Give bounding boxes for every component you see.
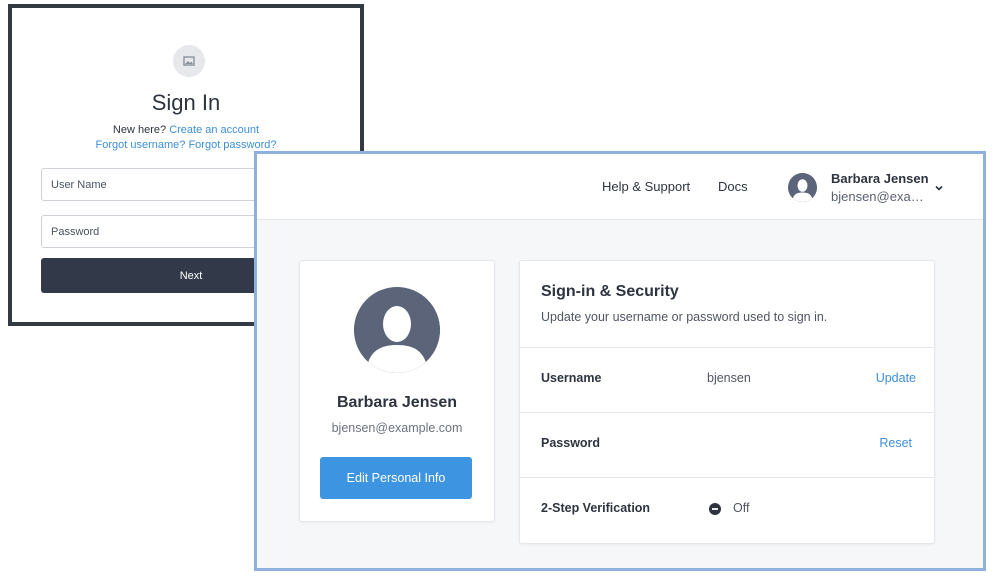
update-username-link[interactable]: Update bbox=[876, 371, 916, 385]
edit-personal-info-button[interactable]: Edit Personal Info bbox=[320, 457, 472, 499]
profile-card: Barbara Jensen bjensen@example.com Edit … bbox=[299, 260, 495, 522]
minus-circle-icon bbox=[709, 503, 721, 515]
chevron-down-icon[interactable] bbox=[934, 183, 944, 193]
forgot-line: Forgot username? Forgot password? bbox=[12, 139, 360, 151]
username-label: Username bbox=[541, 371, 602, 385]
username-value: bjensen bbox=[707, 371, 751, 385]
account-window: Help & Support Docs Barbara Jensen bjens… bbox=[254, 151, 986, 571]
username-row: Username bjensen Update bbox=[520, 348, 934, 413]
header-user-name[interactable]: Barbara Jensen bbox=[831, 171, 929, 186]
docs-link[interactable]: Docs bbox=[718, 179, 748, 194]
top-bar: Help & Support Docs Barbara Jensen bjens… bbox=[257, 154, 983, 220]
security-title: Sign-in & Security bbox=[541, 283, 679, 300]
forgot-password-link[interactable]: Forgot password? bbox=[188, 139, 276, 151]
password-label: Password bbox=[541, 436, 601, 450]
sign-in-security-card: Sign-in & Security Update your username … bbox=[519, 260, 935, 544]
password-row: Password Reset bbox=[520, 413, 934, 478]
two-step-label: 2-Step Verification bbox=[541, 501, 651, 515]
sign-in-title: Sign In bbox=[151, 90, 221, 115]
create-account-link[interactable]: Create an account bbox=[169, 124, 259, 136]
user-silhouette-icon[interactable] bbox=[788, 173, 817, 202]
image-icon bbox=[173, 45, 205, 77]
profile-email: bjensen@example.com bbox=[331, 421, 463, 435]
help-support-link[interactable]: Help & Support bbox=[602, 179, 690, 194]
profile-name: Barbara Jensen bbox=[336, 394, 458, 411]
reset-password-link[interactable]: Reset bbox=[879, 436, 912, 450]
new-here-text: New here? bbox=[112, 124, 167, 136]
header-user-email[interactable]: bjensen@example.com bbox=[831, 189, 927, 204]
forgot-username-link[interactable]: Forgot username? bbox=[96, 139, 186, 151]
two-step-status: Off bbox=[733, 501, 750, 515]
user-silhouette-icon bbox=[354, 287, 440, 373]
security-subtitle: Update your username or password used to… bbox=[541, 310, 828, 324]
avatar bbox=[354, 287, 440, 373]
two-step-row: 2-Step Verification Off bbox=[520, 478, 934, 542]
security-header: Sign-in & Security Update your username … bbox=[520, 261, 934, 348]
new-here-line: New here? Create an account bbox=[12, 124, 360, 136]
